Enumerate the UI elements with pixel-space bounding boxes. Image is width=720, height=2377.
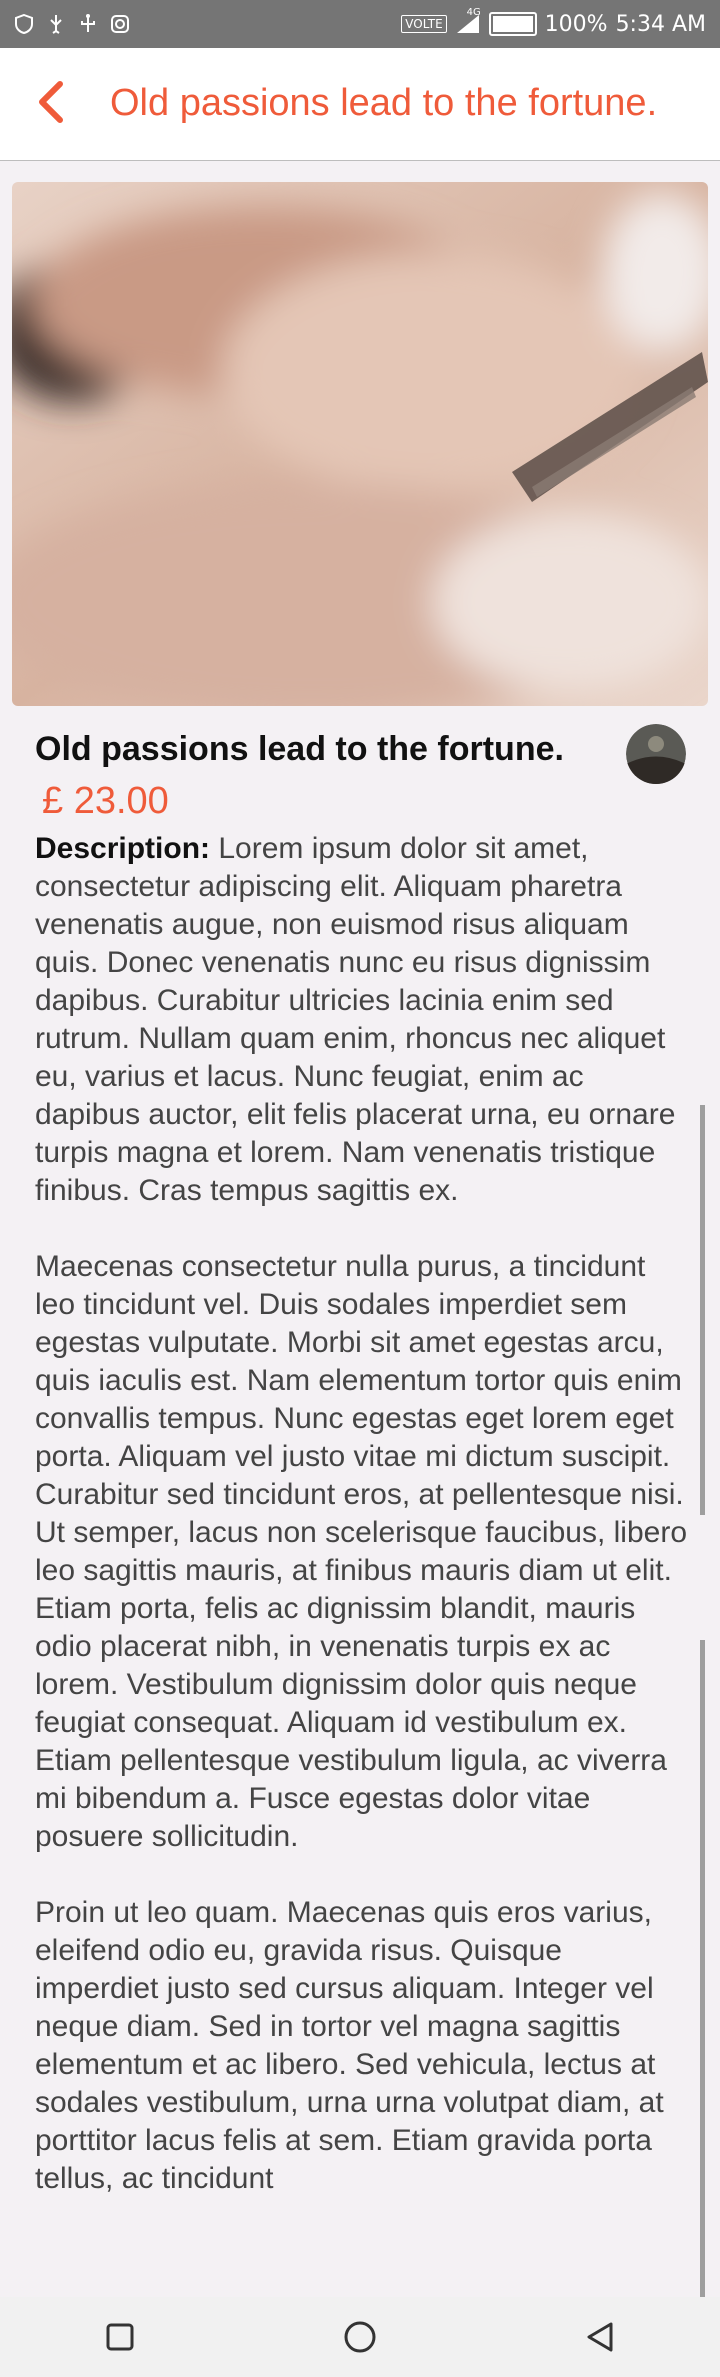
system-status: VOLTE 4G 100% 5:34 AM [401,7,720,37]
shield-icon [14,13,34,35]
description-paragraph: Maecenas consectetur nulla purus, a tinc… [35,1250,688,1853]
seller-avatar[interactable] [626,724,686,784]
usb-debug-icon [78,14,98,34]
description-text: Lorem ipsum dolor sit amet, consectetur … [35,832,676,1207]
description-label: Description: [35,832,211,865]
product-title: Old passions lead to the fortune. [35,730,564,768]
volte-badge: VOLTE [401,15,447,33]
description-paragraph: Description: Lorem ipsum dolor sit amet,… [35,830,690,1210]
back-triangle-icon [587,2322,613,2352]
battery-icon [488,12,537,36]
scrollbar[interactable] [700,1640,705,2300]
nav-back-button[interactable] [570,2307,630,2367]
notification-icons [0,13,130,35]
battery-percent: 100% [544,11,608,37]
usb-icon [46,14,66,34]
clock: 5:34 AM [615,11,706,37]
signal-icon: 4G [455,7,481,35]
product-image[interactable] [12,182,708,706]
product-description: Description: Lorem ipsum dolor sit amet,… [35,830,690,2236]
product-photo [12,182,708,706]
app-bar: Old passions lead to the fortune. [0,48,720,161]
scrollbar[interactable] [700,1105,705,1515]
system-nav-bar [0,2297,720,2377]
description-paragraph: Proin ut leo quam. Maecenas quis eros va… [35,1896,664,2195]
recent-apps-icon [106,2323,134,2351]
instagram-icon [110,14,130,34]
back-button[interactable] [30,78,76,126]
home-icon [344,2321,376,2353]
chevron-left-icon [39,81,63,123]
status-bar: VOLTE 4G 100% 5:34 AM [0,0,720,48]
recent-apps-button[interactable] [90,2307,150,2367]
home-button[interactable] [330,2307,390,2367]
product-price: £ 23.00 [42,780,169,822]
network-type-badge: 4G [466,7,481,18]
page-title: Old passions lead to the fortune. [110,82,658,124]
